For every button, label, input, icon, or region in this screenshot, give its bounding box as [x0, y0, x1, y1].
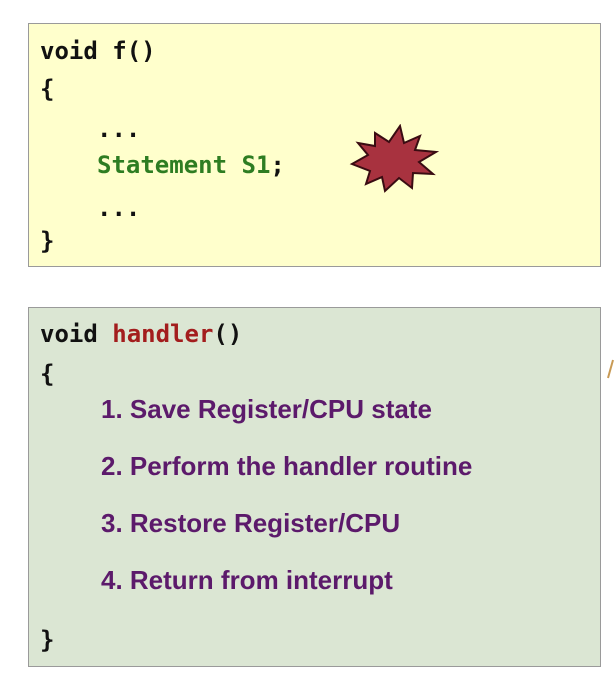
function-f-close-brace: } [40, 227, 55, 255]
edge-arrow-fragment-icon [607, 359, 614, 379]
handler-close-brace: } [40, 626, 55, 654]
handler-step-3: 3. Restore Register/CPU [101, 508, 401, 538]
function-f-ellipsis-before: ... [97, 115, 141, 143]
handler-step-2: 2. Perform the handler routine [101, 451, 473, 481]
handler-signature: void handler() [40, 320, 242, 348]
function-f-ellipsis-after: ... [97, 194, 141, 222]
statement-line: Statement S1; [97, 151, 285, 179]
handler-name: handler [112, 320, 214, 348]
statement-semicolon: ; [270, 151, 285, 179]
handler-step-1: 1. Save Register/CPU state [101, 394, 432, 424]
handler-void-keyword: void [40, 320, 113, 348]
function-f-open-brace: { [40, 75, 55, 103]
statement-s1: Statement S1 [97, 151, 271, 179]
handler-open-brace: { [40, 360, 55, 388]
handler-parens: () [213, 320, 243, 348]
explosion-burst-icon [349, 124, 440, 193]
function-f-signature: void f() [40, 37, 156, 65]
handler-box [28, 307, 601, 667]
handler-step-4: 4. Return from interrupt [101, 565, 393, 595]
